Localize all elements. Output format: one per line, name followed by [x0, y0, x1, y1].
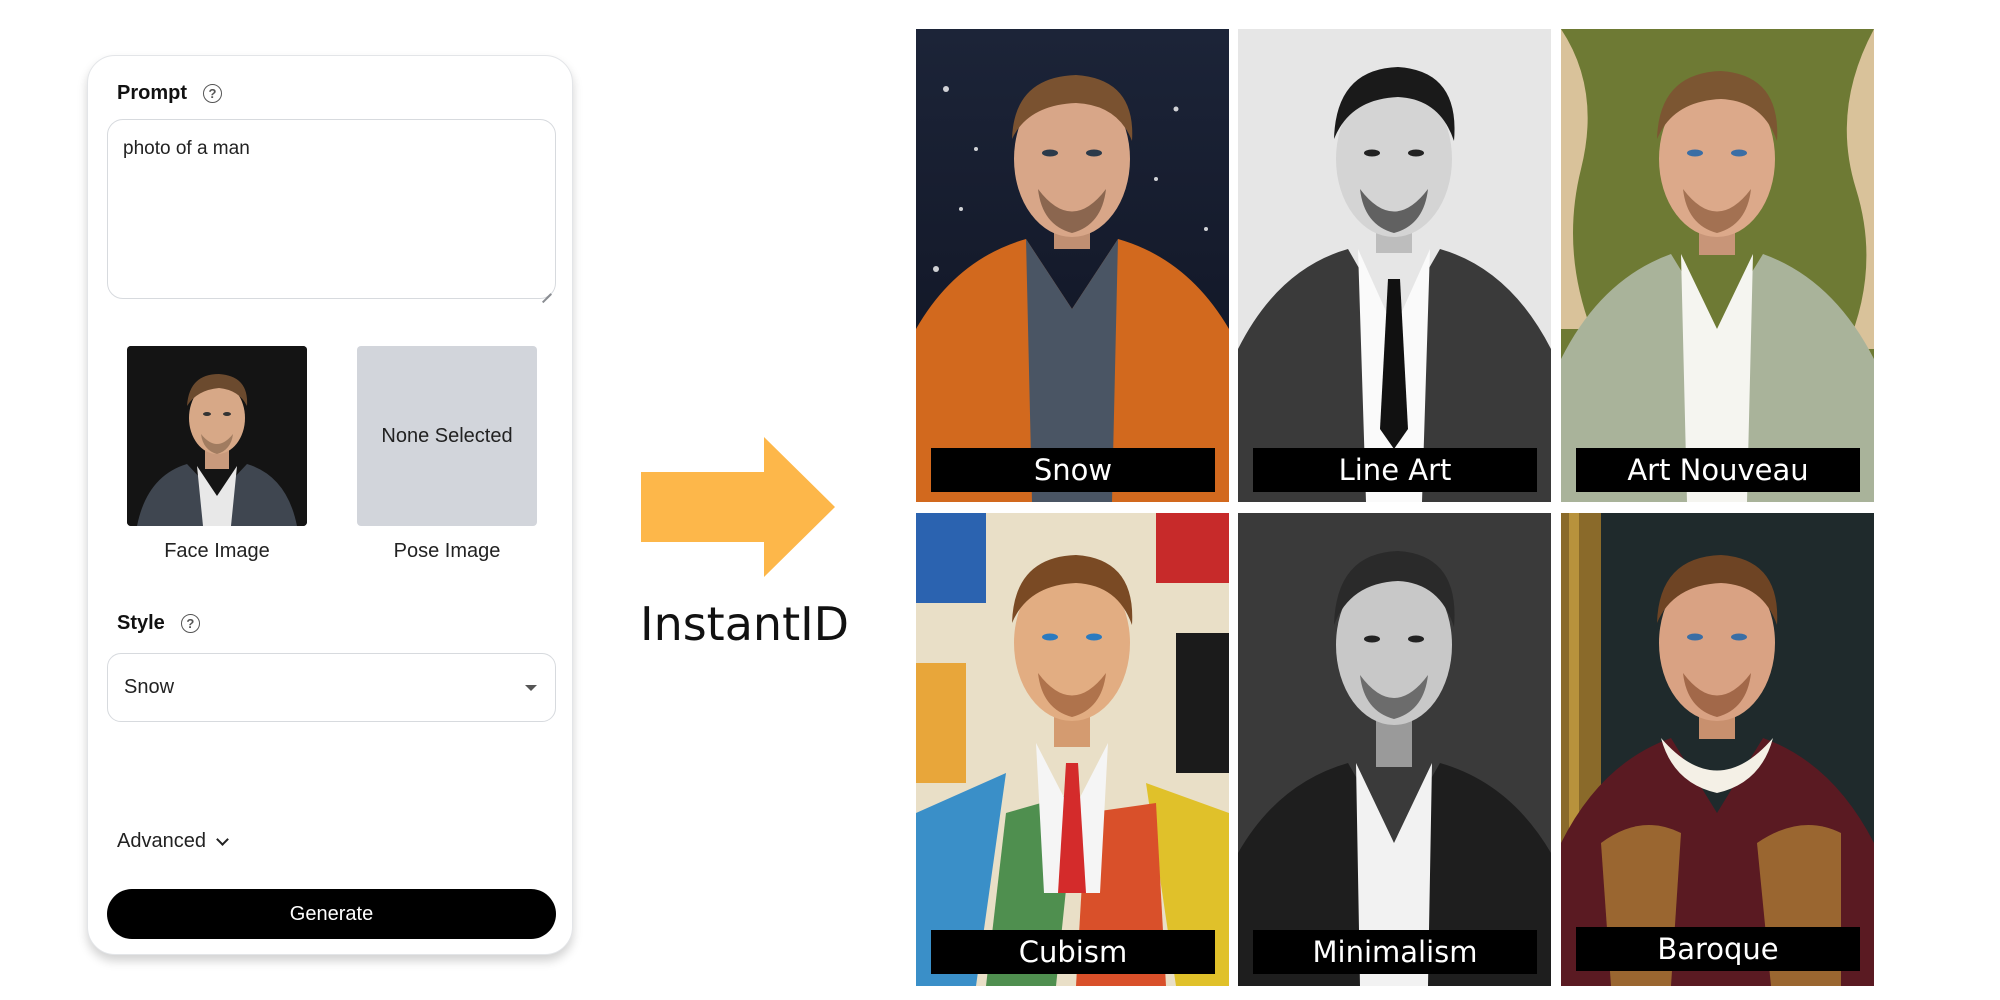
generator-panel: Prompt ? photo of a man Face Image None … — [87, 55, 573, 955]
gallery-tile-line-art: Line Art — [1238, 29, 1551, 502]
gallery-tile-baroque: Baroque — [1561, 513, 1874, 986]
tile-label: Art Nouveau — [1576, 448, 1860, 492]
chevron-down-icon — [216, 832, 229, 846]
minimalism-portrait-image — [1238, 513, 1551, 986]
style-label: Style — [117, 612, 165, 634]
gallery-tile-snow: Snow — [916, 29, 1229, 502]
generate-button[interactable]: Generate — [107, 889, 556, 939]
gallery-tile-minimalism: Minimalism — [1238, 513, 1551, 986]
style-select[interactable]: Snow — [107, 653, 556, 722]
tile-label: Snow — [931, 448, 1215, 492]
snow-portrait-image — [916, 29, 1229, 502]
face-image-caption: Face Image — [164, 540, 270, 562]
prompt-help-icon[interactable]: ? — [203, 84, 222, 103]
baroque-portrait-image — [1561, 513, 1874, 986]
face-image-thumbnail[interactable] — [127, 346, 307, 526]
instantid-caption: InstantID — [640, 597, 850, 651]
pose-image-placeholder[interactable]: None Selected — [357, 346, 537, 526]
line-art-portrait-image — [1238, 29, 1551, 502]
prompt-label-row: Prompt ? — [117, 82, 222, 105]
stage: Prompt ? photo of a man Face Image None … — [0, 0, 2000, 1000]
resize-handle-icon[interactable] — [539, 282, 551, 294]
pose-image-placeholder-text: None Selected — [381, 424, 513, 447]
tile-label: Cubism — [931, 930, 1215, 974]
style-label-row: Style ? — [117, 612, 200, 635]
arrow-right-icon — [641, 437, 835, 577]
gallery-tile-cubism: Cubism — [916, 513, 1229, 986]
style-select-value: Snow — [124, 676, 175, 698]
prompt-label: Prompt — [117, 82, 187, 104]
caret-down-icon — [525, 684, 537, 691]
advanced-toggle[interactable]: Advanced — [117, 830, 229, 853]
tile-label: Baroque — [1576, 927, 1860, 971]
cubism-portrait-image — [916, 513, 1229, 986]
pose-image-caption: Pose Image — [393, 540, 501, 562]
prompt-input[interactable] — [107, 119, 556, 299]
art-nouveau-portrait-image — [1561, 29, 1874, 502]
tile-label: Line Art — [1253, 448, 1537, 492]
style-help-icon[interactable]: ? — [180, 614, 200, 633]
face-image-portrait — [127, 346, 307, 526]
tile-label: Minimalism — [1253, 930, 1537, 974]
advanced-label: Advanced — [117, 830, 206, 852]
gallery-tile-art-nouveau: Art Nouveau — [1561, 29, 1874, 502]
